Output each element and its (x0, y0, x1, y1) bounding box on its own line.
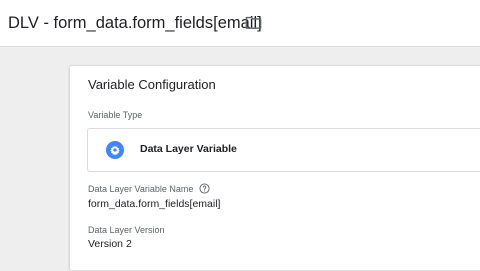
dlv-version-label: Data Layer Version (88, 225, 165, 235)
card-title: Variable Configuration (88, 77, 216, 92)
dlv-version-value: Version 2 (88, 238, 132, 250)
page-header: DLV - form_data.form_fields[email] (0, 0, 480, 47)
folder-icon[interactable] (245, 15, 262, 30)
dlv-name-value: form_data.form_fields[email] (88, 198, 221, 210)
page-title[interactable]: DLV - form_data.form_fields[email] (8, 12, 262, 34)
dlv-name-label: Data Layer Variable Name (88, 184, 194, 194)
gear-icon (106, 141, 124, 159)
variable-configuration-card: Variable Configuration Variable Type Dat… (69, 65, 480, 271)
variable-type-label: Variable Type (88, 110, 143, 120)
variable-type-name: Data Layer Variable (140, 143, 237, 155)
help-icon[interactable] (199, 183, 210, 194)
variable-type-selector[interactable]: Data Layer Variable (87, 128, 480, 172)
